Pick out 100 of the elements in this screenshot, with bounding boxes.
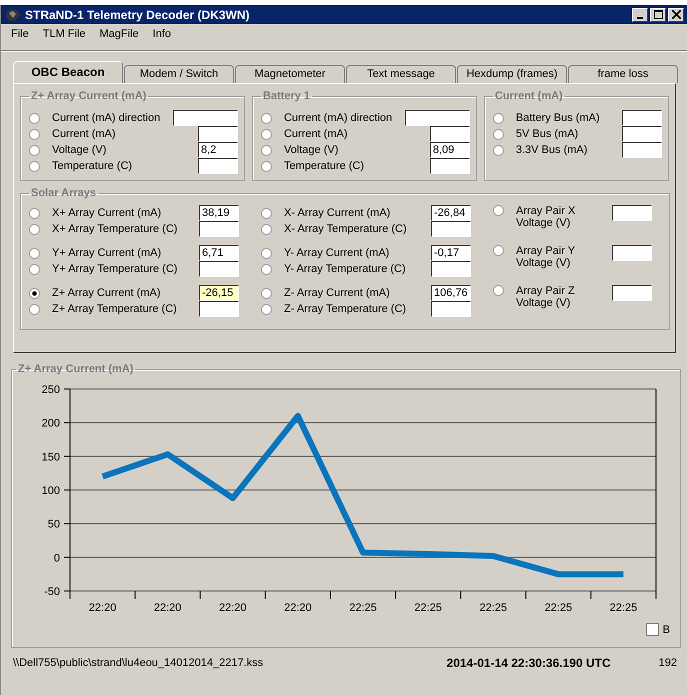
radio-button[interactable] [261,248,272,258]
radio-button[interactable] [260,112,272,124]
value-field[interactable] [612,245,652,261]
radio-button[interactable] [492,112,504,124]
value-field[interactable]: -26,15 [199,285,239,301]
value-field[interactable]: 38,19 [199,205,239,221]
field-label: Z+ Array Temperature (C) [52,303,178,315]
y-tick-label: 150 [42,451,60,464]
radio-button[interactable] [29,208,40,218]
radio-button[interactable] [493,205,504,216]
x-tick-label: 22:25 [414,602,442,614]
y-tick-label: -50 [44,586,60,598]
x-tick-label: 22:25 [544,602,572,614]
y-tick-label: 250 [42,384,60,396]
value-field[interactable] [431,221,471,237]
minimize-button[interactable] [632,8,648,22]
value-field[interactable] [612,205,652,221]
value-field[interactable] [622,126,662,142]
radio-button[interactable] [29,112,40,124]
field-label: 3.3V Bus (mA) [516,144,588,156]
radio-button[interactable] [493,245,504,256]
field-label: 5V Bus (mA) [516,128,580,140]
value-field[interactable] [430,126,470,142]
minimize-icon [637,16,643,18]
menu-item[interactable]: Info [152,28,171,42]
value-field[interactable] [198,158,238,174]
radio-button[interactable] [493,285,504,296]
field-label: Array Pair Z Voltage (V) [516,285,576,309]
radio-button[interactable] [261,304,272,314]
value-field[interactable] [622,142,662,158]
value-field[interactable] [431,261,471,277]
tab[interactable]: frame loss [568,65,678,83]
radio-button[interactable] [29,224,40,234]
field-label: Z- Array Current (mA) [284,287,391,299]
x-tick-label: 22:20 [284,602,312,614]
value-field[interactable] [199,261,239,277]
radio-button[interactable] [29,288,40,298]
value-field[interactable] [612,285,652,301]
field-label: Temperature (C) [284,160,366,172]
field-label: X+ Array Current (mA) [52,207,162,219]
radio-button[interactable] [261,288,272,298]
value-field[interactable]: 106,76 [431,285,471,301]
y-tick-label: 200 [42,418,60,430]
value-field[interactable] [172,110,238,126]
radio-button[interactable] [260,128,272,140]
tab[interactable]: OBC Beacon [13,61,123,83]
group-title: Current (mA) [494,90,564,102]
close-button[interactable] [668,8,684,22]
radio-button[interactable] [29,304,40,314]
menu-item[interactable]: File [11,28,29,42]
radio-button[interactable] [260,144,272,156]
value-field[interactable] [199,301,239,317]
radio-button[interactable] [261,264,272,274]
field-label: Temperature (C) [52,160,134,172]
value-field[interactable]: 8,09 [430,142,470,158]
x-tick-label: 22:25 [349,602,377,614]
field-label: Voltage (V) [284,144,340,156]
radio-button[interactable] [29,248,40,258]
value-field[interactable] [199,221,239,237]
x-tick-label: 22:25 [610,602,638,614]
tab[interactable]: Hexdump (frames) [457,65,567,83]
field-label: Array Pair Y Voltage (V) [516,245,576,269]
radio-button[interactable] [492,128,504,140]
tab[interactable]: Magnetometer [235,65,345,83]
value-field[interactable]: -26,84 [431,205,471,221]
value-field[interactable]: -0,17 [431,245,471,261]
x-tick-label: 22:20 [219,602,247,614]
radio-button[interactable] [261,208,272,218]
tab[interactable]: Text message [346,65,456,83]
tab[interactable]: Modem / Switch [124,65,234,83]
menu-item[interactable]: TLM File [42,28,86,42]
field-label: Y- Array Current (mA) [284,247,390,259]
value-field[interactable] [431,301,471,317]
radio-button[interactable] [261,224,272,234]
y-tick-label: 0 [54,552,60,564]
checkbox[interactable] [646,623,659,636]
window-title: STRaND-1 Telemetry Decoder (DK3WN) [25,8,250,22]
radio-button[interactable] [29,128,40,140]
value-field[interactable] [430,158,470,174]
x-tick-label: 22:20 [88,602,116,614]
field-label: Y+ Array Current (mA) [52,247,162,259]
value-field[interactable] [404,110,470,126]
value-field[interactable]: 6,71 [199,245,239,261]
y-tick-label: 100 [42,485,60,497]
radio-button[interactable] [492,144,504,156]
radio-button[interactable] [260,160,272,172]
field-label: Y- Array Temperature (C) [284,263,407,275]
radio-button[interactable] [29,264,40,274]
field-label: X+ Array Temperature (C) [52,223,178,235]
radio-button[interactable] [29,144,40,156]
value-field[interactable] [198,126,238,142]
value-field[interactable]: 8,2 [198,142,238,158]
maximize-button[interactable] [650,8,666,22]
field-label: Battery Bus (mA) [516,112,601,124]
radio-button[interactable] [29,160,40,172]
field-label: Current (mA) direction [284,112,394,124]
menu-item[interactable]: MagFile [100,28,139,42]
value-field[interactable] [622,110,662,126]
field-label: Voltage (V) [52,144,108,156]
field-label: Z- Array Temperature (C) [284,303,408,315]
